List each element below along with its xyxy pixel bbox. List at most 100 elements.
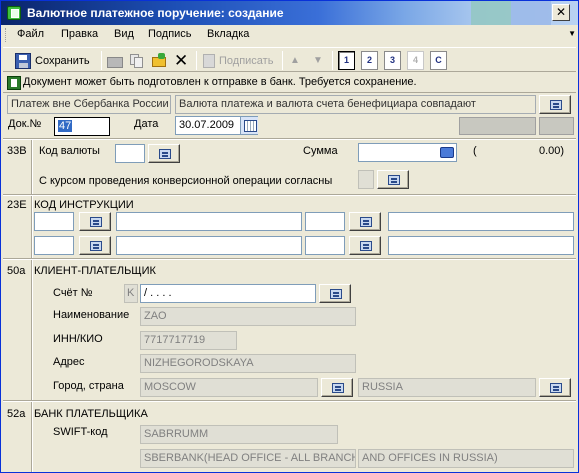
menu-edit[interactable]: Правка [61, 28, 98, 40]
doc-number-input[interactable]: 47 [54, 117, 110, 136]
calendar-icon[interactable] [240, 117, 258, 134]
instruction-text-3[interactable] [116, 236, 302, 255]
section-divider [31, 402, 33, 472]
directory-book-icon [388, 175, 400, 185]
instruction-code-1-picker[interactable] [79, 212, 111, 231]
divider [3, 138, 576, 140]
tab-3-button[interactable]: 3 [384, 50, 401, 71]
currency-match-field[interactable]: Валюта платежа и валюта счета бенефициар… [175, 95, 536, 114]
directory-book-icon [159, 149, 171, 159]
tab-4-button[interactable]: 4 [407, 50, 424, 71]
tab-2-icon: 2 [361, 51, 378, 70]
currency-code-picker[interactable] [148, 144, 180, 163]
city-field[interactable]: MOSCOW [140, 378, 318, 397]
section-divider [31, 260, 33, 400]
instruction-code-1[interactable] [34, 212, 74, 231]
toolbar-overflow-icon[interactable]: ▼ [568, 29, 576, 38]
title-bar-band [471, 1, 511, 25]
menu-view[interactable]: Вид [114, 28, 134, 40]
instruction-text-4[interactable] [388, 236, 574, 255]
amount-open-paren: ( [473, 145, 477, 157]
directory-book-icon [330, 289, 342, 299]
date-label: Дата [134, 118, 159, 130]
move-up-button[interactable]: ▲ [290, 50, 300, 71]
instruction-text-2[interactable] [388, 212, 574, 231]
copy-button[interactable] [129, 50, 145, 71]
menu-grip[interactable] [5, 28, 8, 42]
menu-sign[interactable]: Подпись [148, 28, 192, 40]
move-down-button[interactable]: ▼ [313, 50, 323, 71]
title-bar[interactable]: Валютное платежное поручение: создание ✕ [1, 1, 578, 25]
delete-x-icon: ✕ [174, 50, 189, 70]
city-picker[interactable] [321, 378, 353, 397]
conversion-agree-picker[interactable] [377, 170, 409, 189]
currency-match-picker[interactable] [539, 95, 571, 114]
inn-label: ИНН/КИО [53, 333, 103, 345]
payer-name-label: Наименование [53, 309, 130, 321]
account-input[interactable]: / . . . . [140, 284, 316, 303]
status-message: Документ может быть подготовлен к отправ… [23, 76, 417, 88]
sign-button-label: Подписать [219, 54, 274, 67]
menu-bar: Файл Правка Вид Подпись Вкладка [1, 25, 578, 45]
payer-name-field[interactable]: ZAO [140, 307, 356, 326]
instruction-code-2[interactable] [305, 212, 345, 231]
toolbar-separator [332, 51, 333, 70]
tab-4-icon: 4 [407, 51, 424, 70]
account-prefix-field[interactable]: K [124, 284, 138, 303]
instruction-code-4-picker[interactable] [349, 236, 381, 255]
toolbar: Сохранить ✕ Подписать ▲ ▼ 1 2 3 4 C [3, 47, 576, 72]
menu-file[interactable]: Файл [17, 28, 44, 40]
directory-book-icon [360, 241, 372, 251]
account-picker[interactable] [319, 284, 351, 303]
print-button[interactable] [107, 50, 123, 71]
doc-number-value: 47 [58, 120, 73, 132]
divider [3, 400, 576, 402]
open-folder-button[interactable] [151, 50, 167, 71]
bank-name-field-1[interactable]: SBERBANK(HEAD OFFICE - ALL BRANCHES [140, 449, 356, 468]
country-picker[interactable] [539, 378, 571, 397]
directory-book-icon [360, 217, 372, 227]
tab-2-button[interactable]: 2 [361, 50, 378, 71]
conversion-agree-label: С курсом проведения конверсионной операц… [39, 175, 333, 187]
instruction-code-3-picker[interactable] [79, 236, 111, 255]
tab-1-button[interactable]: 1 [338, 50, 355, 71]
country-field[interactable]: RUSSIA [358, 378, 536, 397]
conversion-agree-field[interactable] [358, 170, 374, 189]
instruction-text-1[interactable] [116, 212, 302, 231]
swift-field[interactable]: SABRRUMM [140, 425, 338, 444]
divider [3, 194, 576, 196]
bank-name-field-2[interactable]: AND OFFICES IN RUSSIA) [358, 449, 574, 468]
save-button-label: Сохранить [35, 54, 90, 67]
address-field[interactable]: NIZHEGORODSKAYA [140, 354, 356, 373]
calculator-icon[interactable] [440, 147, 454, 158]
menu-tab[interactable]: Вкладка [207, 28, 249, 40]
inn-field[interactable]: 7717717719 [140, 331, 237, 350]
currency-code-label: Код валюты [39, 145, 100, 157]
section-33b-number: 33B [7, 145, 27, 157]
delete-button[interactable]: ✕ [174, 50, 188, 71]
currency-code-input[interactable] [115, 144, 145, 163]
instruction-code-2-picker[interactable] [349, 212, 381, 231]
document-status-icon [7, 76, 21, 90]
directory-book-icon [90, 241, 102, 251]
address-label: Адрес [53, 356, 85, 368]
city-country-label: Город, страна [53, 380, 124, 392]
title-bar-band [511, 1, 551, 25]
document-window: Валютное платежное поручение: создание ✕… [0, 0, 579, 473]
amount-in-words: 0.00) [539, 145, 565, 157]
sign-button[interactable]: Подписать [203, 50, 273, 71]
directory-book-icon [90, 217, 102, 227]
amount-label: Сумма [303, 145, 338, 157]
amount-input[interactable] [358, 143, 457, 162]
close-button[interactable]: ✕ [552, 4, 570, 21]
instruction-code-4[interactable] [305, 236, 345, 255]
instruction-code-3[interactable] [34, 236, 74, 255]
tab-c-button[interactable]: C [430, 50, 447, 71]
save-button[interactable]: Сохранить [15, 50, 90, 71]
window-title: Валютное платежное поручение: создание [27, 6, 284, 20]
sign-document-icon [203, 53, 215, 68]
payment-outside-field[interactable]: Платеж вне Сбербанка России [7, 95, 171, 114]
payer-client-title: КЛИЕНТ-ПЛАТЕЛЬЩИК [34, 265, 156, 277]
section-52a-number: 52a [7, 408, 26, 420]
section-23e-number: 23E [7, 199, 27, 211]
